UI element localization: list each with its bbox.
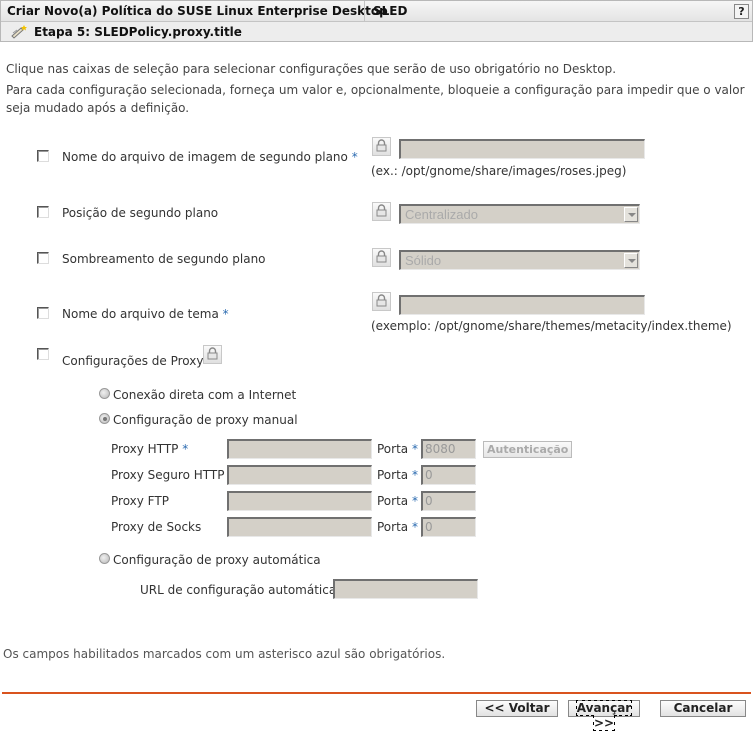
- wizard-wand-icon: [10, 24, 28, 39]
- theme-file-lock-button[interactable]: [372, 292, 391, 311]
- auto-url-input[interactable]: [333, 579, 478, 599]
- proxy-http-label-text: Proxy HTTP: [111, 442, 179, 456]
- required-asterisk: *: [411, 494, 418, 508]
- required-fields-note: Os campos habilitados marcados com um as…: [3, 647, 446, 661]
- proxy-socks-port-label: Porta *: [377, 520, 418, 534]
- wallpaper-file-lock-button[interactable]: [372, 137, 391, 156]
- proxy-http-port-input[interactable]: 8080: [421, 439, 476, 459]
- proxy-https-host-input[interactable]: [227, 465, 372, 485]
- wallpaper-shading-value: Sólido: [405, 253, 442, 268]
- next-button[interactable]: Avançar >>: [568, 700, 640, 731]
- back-button[interactable]: << Voltar: [476, 700, 558, 717]
- wizard-title: Criar Novo(a) Política do SUSE Linux Ent…: [7, 4, 388, 18]
- wallpaper-file-label-text: Nome do arquivo de imagem de segundo pla…: [62, 150, 348, 164]
- title-separator: [364, 1, 365, 21]
- wallpaper-file-input[interactable]: [399, 139, 645, 159]
- footer-divider: [2, 692, 751, 694]
- proxy-https-port-label: Porta *: [377, 468, 418, 482]
- proxy-ftp-host-input[interactable]: [227, 491, 372, 511]
- lock-icon: [376, 204, 387, 217]
- wallpaper-position-label: Posição de segundo plano: [62, 206, 219, 220]
- proxy-http-port-label: Porta *: [377, 442, 418, 456]
- chevron-down-icon[interactable]: [624, 253, 638, 268]
- lock-icon: [376, 139, 387, 152]
- wallpaper-position-value: Centralizado: [405, 207, 478, 222]
- wallpaper-shading-select[interactable]: Sólido: [399, 250, 640, 270]
- proxy-http-label: Proxy HTTP *: [111, 442, 188, 456]
- port-label-text: Porta: [377, 520, 409, 534]
- wallpaper-file-hint: (ex.: /opt/gnome/share/images/roses.jpeg…: [371, 164, 627, 178]
- theme-file-checkbox[interactable]: [37, 307, 49, 319]
- wallpaper-position-lock-button[interactable]: [372, 202, 391, 221]
- title-bar: Criar Novo(a) Política do SUSE Linux Ent…: [1, 1, 752, 22]
- authentication-button[interactable]: Autenticação: [483, 441, 573, 458]
- intro-line-2: Para cada configuração selecionada, forn…: [6, 83, 745, 97]
- wallpaper-file-label: Nome do arquivo de imagem de segundo pla…: [62, 150, 358, 164]
- product-name: SLED: [373, 4, 408, 18]
- port-label-text: Porta: [377, 442, 409, 456]
- theme-file-input[interactable]: [399, 295, 645, 315]
- theme-file-hint: (exemplo: /opt/gnome/share/themes/metaci…: [371, 319, 732, 333]
- help-button[interactable]: ?: [734, 4, 749, 19]
- port-label-text: Porta: [377, 494, 409, 508]
- required-asterisk: *: [182, 442, 189, 456]
- proxy-socks-port-input[interactable]: 0: [421, 517, 476, 537]
- proxy-auto-label: Configuração de proxy automática: [113, 553, 321, 567]
- lock-icon: [376, 294, 387, 307]
- proxy-manual-radio[interactable]: [99, 413, 110, 424]
- port-label-text: Porta: [377, 468, 409, 482]
- wallpaper-shading-label: Sombreamento de segundo plano: [62, 252, 266, 266]
- proxy-manual-label: Configuração de proxy manual: [113, 413, 298, 427]
- required-asterisk: *: [222, 307, 229, 321]
- required-asterisk: *: [411, 468, 418, 482]
- theme-file-label-text: Nome do arquivo de tema: [62, 307, 219, 321]
- next-button-label: Avançar >>: [575, 700, 633, 731]
- theme-file-label: Nome do arquivo de tema *: [62, 307, 229, 321]
- lock-icon: [376, 250, 387, 263]
- step-title: Etapa 5: SLEDPolicy.proxy.title: [34, 25, 242, 39]
- wallpaper-position-select[interactable]: Centralizado: [399, 204, 640, 224]
- wallpaper-shading-checkbox[interactable]: [37, 252, 49, 264]
- proxy-direct-label: Conexão direta com a Internet: [113, 388, 297, 402]
- intro-line-3: seja mudado após a definição.: [6, 101, 190, 115]
- required-asterisk: *: [411, 520, 418, 534]
- proxy-ftp-port-label: Porta *: [377, 494, 418, 508]
- chevron-down-icon[interactable]: [624, 207, 638, 222]
- wallpaper-position-checkbox[interactable]: [37, 206, 49, 218]
- proxy-settings-checkbox[interactable]: [37, 348, 49, 360]
- proxy-ftp-port-input[interactable]: 0: [421, 491, 476, 511]
- proxy-https-port-input[interactable]: 0: [421, 465, 476, 485]
- proxy-socks-label: Proxy de Socks: [111, 520, 202, 534]
- proxy-lock-button[interactable]: [203, 345, 222, 364]
- required-asterisk: *: [411, 442, 418, 456]
- proxy-settings-label: Configurações de Proxy: [62, 354, 204, 368]
- lock-icon: [207, 347, 218, 360]
- proxy-ftp-label: Proxy FTP: [111, 494, 169, 508]
- proxy-direct-radio[interactable]: [99, 388, 110, 399]
- proxy-http-host-input[interactable]: [227, 439, 372, 459]
- required-asterisk: *: [351, 150, 358, 164]
- proxy-https-label: Proxy Seguro HTTP: [111, 468, 225, 482]
- wizard-header: Criar Novo(a) Política do SUSE Linux Ent…: [0, 0, 753, 42]
- auto-url-label: URL de configuração automática: [140, 583, 337, 597]
- proxy-socks-host-input[interactable]: [227, 517, 372, 537]
- wallpaper-file-checkbox[interactable]: [37, 150, 49, 162]
- proxy-auto-radio[interactable]: [99, 553, 110, 564]
- wallpaper-shading-lock-button[interactable]: [372, 248, 391, 267]
- cancel-button[interactable]: Cancelar: [660, 700, 746, 717]
- intro-line-1: Clique nas caixas de seleção para seleci…: [6, 62, 617, 76]
